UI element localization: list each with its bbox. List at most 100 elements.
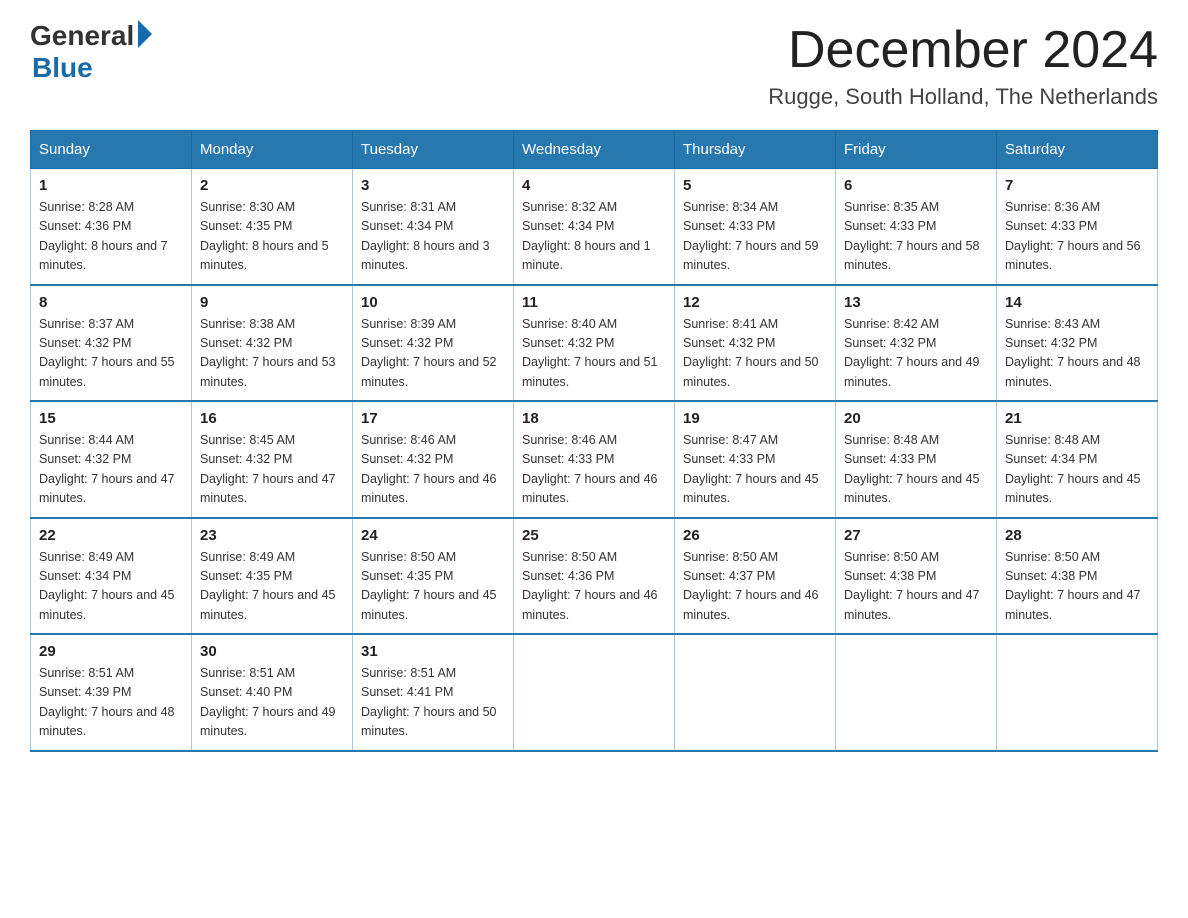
calendar-day-cell: 2Sunrise: 8:30 AMSunset: 4:35 PMDaylight… [192,169,353,285]
day-number: 20 [844,410,988,427]
day-info: Sunrise: 8:44 AMSunset: 4:32 PMDaylight:… [39,431,183,509]
calendar-day-cell: 13 Sunrise: 8:42 AMSunset: 4:32 PMDayligh… [836,285,997,402]
day-info: Sunrise: 8:51 AMSunset: 4:40 PMDaylight:… [200,664,344,742]
calendar-week-row: 1 Sunrise: 8:28 AMSunset: 4:36 PMDaylight… [31,169,1158,285]
calendar-day-cell: 16 Sunrise: 8:45 AMSunset: 4:32 PMDayligh… [192,401,353,518]
day-info: Sunrise: 8:50 AMSunset: 4:35 PMDaylight:… [361,548,505,626]
day-of-week-header: Saturday [997,131,1158,169]
calendar-day-cell: 19 Sunrise: 8:47 AMSunset: 4:33 PMDayligh… [675,401,836,518]
calendar-day-cell: 18 Sunrise: 8:46 AMSunset: 4:33 PMDayligh… [514,401,675,518]
day-number: 26 [683,527,827,544]
day-number: 31 [361,643,505,660]
day-of-week-header: Friday [836,131,997,169]
calendar-week-row: 8 Sunrise: 8:37 AMSunset: 4:32 PMDaylight… [31,285,1158,402]
calendar-day-cell: 6Sunrise: 8:35 AMSunset: 4:33 PMDaylight… [836,169,997,285]
day-number: 6 [844,177,988,194]
day-info: Sunrise: 8:30 AMSunset: 4:35 PMDaylight:… [200,198,344,276]
day-info: Sunrise: 8:46 AMSunset: 4:33 PMDaylight:… [522,431,666,509]
day-number: 1 [39,177,183,194]
calendar-day-cell: 22 Sunrise: 8:49 AMSunset: 4:34 PMDayligh… [31,518,192,635]
day-number: 7 [1005,177,1149,194]
day-info: Sunrise: 8:37 AMSunset: 4:32 PMDaylight:… [39,315,183,393]
day-number: 5 [683,177,827,194]
day-info: Sunrise: 8:46 AMSunset: 4:32 PMDaylight:… [361,431,505,509]
calendar-day-cell: 31 Sunrise: 8:51 AMSunset: 4:41 PMDayligh… [353,634,514,751]
logo: General Blue [30,20,152,84]
calendar-day-cell: 1 Sunrise: 8:28 AMSunset: 4:36 PMDaylight… [31,169,192,285]
day-number: 4 [522,177,666,194]
calendar-day-cell: 11 Sunrise: 8:40 AMSunset: 4:32 PMDayligh… [514,285,675,402]
day-info: Sunrise: 8:43 AMSunset: 4:32 PMDaylight:… [1005,315,1149,393]
day-number: 10 [361,294,505,311]
calendar-day-cell: 15 Sunrise: 8:44 AMSunset: 4:32 PMDayligh… [31,401,192,518]
day-number: 13 [844,294,988,311]
day-number: 18 [522,410,666,427]
day-info: Sunrise: 8:48 AMSunset: 4:34 PMDaylight:… [1005,431,1149,509]
day-info: Sunrise: 8:49 AMSunset: 4:34 PMDaylight:… [39,548,183,626]
calendar-day-cell [836,634,997,751]
day-info: Sunrise: 8:50 AMSunset: 4:37 PMDaylight:… [683,548,827,626]
calendar-day-cell: 24Sunrise: 8:50 AMSunset: 4:35 PMDayligh… [353,518,514,635]
calendar-day-cell: 10 Sunrise: 8:39 AMSunset: 4:32 PMDayligh… [353,285,514,402]
day-number: 21 [1005,410,1149,427]
day-number: 19 [683,410,827,427]
day-info: Sunrise: 8:42 AMSunset: 4:32 PMDaylight:… [844,315,988,393]
logo-general-text: General [30,20,134,52]
day-number: 15 [39,410,183,427]
day-number: 11 [522,294,666,311]
day-info: Sunrise: 8:45 AMSunset: 4:32 PMDaylight:… [200,431,344,509]
day-number: 14 [1005,294,1149,311]
calendar-day-cell: 20 Sunrise: 8:48 AMSunset: 4:33 PMDayligh… [836,401,997,518]
day-number: 12 [683,294,827,311]
day-of-week-header: Sunday [31,131,192,169]
calendar-header-row: SundayMondayTuesdayWednesdayThursdayFrid… [31,131,1158,169]
location-text: Rugge, South Holland, The Netherlands [768,84,1158,110]
calendar-day-cell: 27Sunrise: 8:50 AMSunset: 4:38 PMDayligh… [836,518,997,635]
calendar-day-cell: 29 Sunrise: 8:51 AMSunset: 4:39 PMDayligh… [31,634,192,751]
day-number: 16 [200,410,344,427]
day-number: 28 [1005,527,1149,544]
day-info: Sunrise: 8:50 AMSunset: 4:36 PMDaylight:… [522,548,666,626]
day-info: Sunrise: 8:50 AMSunset: 4:38 PMDaylight:… [844,548,988,626]
day-info: Sunrise: 8:28 AMSunset: 4:36 PMDaylight:… [39,198,183,276]
calendar-week-row: 29 Sunrise: 8:51 AMSunset: 4:39 PMDayligh… [31,634,1158,751]
day-number: 9 [200,294,344,311]
day-number: 3 [361,177,505,194]
day-info: Sunrise: 8:51 AMSunset: 4:41 PMDaylight:… [361,664,505,742]
calendar-day-cell: 9 Sunrise: 8:38 AMSunset: 4:32 PMDaylight… [192,285,353,402]
day-number: 29 [39,643,183,660]
day-info: Sunrise: 8:49 AMSunset: 4:35 PMDaylight:… [200,548,344,626]
calendar-day-cell [514,634,675,751]
calendar-day-cell: 12 Sunrise: 8:41 AMSunset: 4:32 PMDayligh… [675,285,836,402]
month-title: December 2024 [768,20,1158,80]
day-info: Sunrise: 8:36 AMSunset: 4:33 PMDaylight:… [1005,198,1149,276]
day-number: 17 [361,410,505,427]
page-header: General Blue December 2024 Rugge, South … [30,20,1158,110]
day-info: Sunrise: 8:32 AMSunset: 4:34 PMDaylight:… [522,198,666,276]
day-info: Sunrise: 8:51 AMSunset: 4:39 PMDaylight:… [39,664,183,742]
calendar-day-cell: 30Sunrise: 8:51 AMSunset: 4:40 PMDayligh… [192,634,353,751]
calendar-day-cell: 4 Sunrise: 8:32 AMSunset: 4:34 PMDaylight… [514,169,675,285]
day-info: Sunrise: 8:50 AMSunset: 4:38 PMDaylight:… [1005,548,1149,626]
day-number: 23 [200,527,344,544]
calendar-day-cell: 7 Sunrise: 8:36 AMSunset: 4:33 PMDaylight… [997,169,1158,285]
day-info: Sunrise: 8:38 AMSunset: 4:32 PMDaylight:… [200,315,344,393]
day-info: Sunrise: 8:48 AMSunset: 4:33 PMDaylight:… [844,431,988,509]
day-info: Sunrise: 8:40 AMSunset: 4:32 PMDaylight:… [522,315,666,393]
logo-triangle-icon [138,20,152,48]
day-info: Sunrise: 8:47 AMSunset: 4:33 PMDaylight:… [683,431,827,509]
day-number: 22 [39,527,183,544]
calendar-day-cell: 21 Sunrise: 8:48 AMSunset: 4:34 PMDayligh… [997,401,1158,518]
calendar-table: SundayMondayTuesdayWednesdayThursdayFrid… [30,130,1158,752]
calendar-day-cell [675,634,836,751]
day-info: Sunrise: 8:39 AMSunset: 4:32 PMDaylight:… [361,315,505,393]
calendar-day-cell: 5Sunrise: 8:34 AMSunset: 4:33 PMDaylight… [675,169,836,285]
day-number: 8 [39,294,183,311]
day-info: Sunrise: 8:41 AMSunset: 4:32 PMDaylight:… [683,315,827,393]
calendar-day-cell: 25 Sunrise: 8:50 AMSunset: 4:36 PMDayligh… [514,518,675,635]
calendar-day-cell [997,634,1158,751]
day-number: 25 [522,527,666,544]
calendar-day-cell: 28 Sunrise: 8:50 AMSunset: 4:38 PMDayligh… [997,518,1158,635]
calendar-day-cell: 8 Sunrise: 8:37 AMSunset: 4:32 PMDaylight… [31,285,192,402]
day-info: Sunrise: 8:31 AMSunset: 4:34 PMDaylight:… [361,198,505,276]
